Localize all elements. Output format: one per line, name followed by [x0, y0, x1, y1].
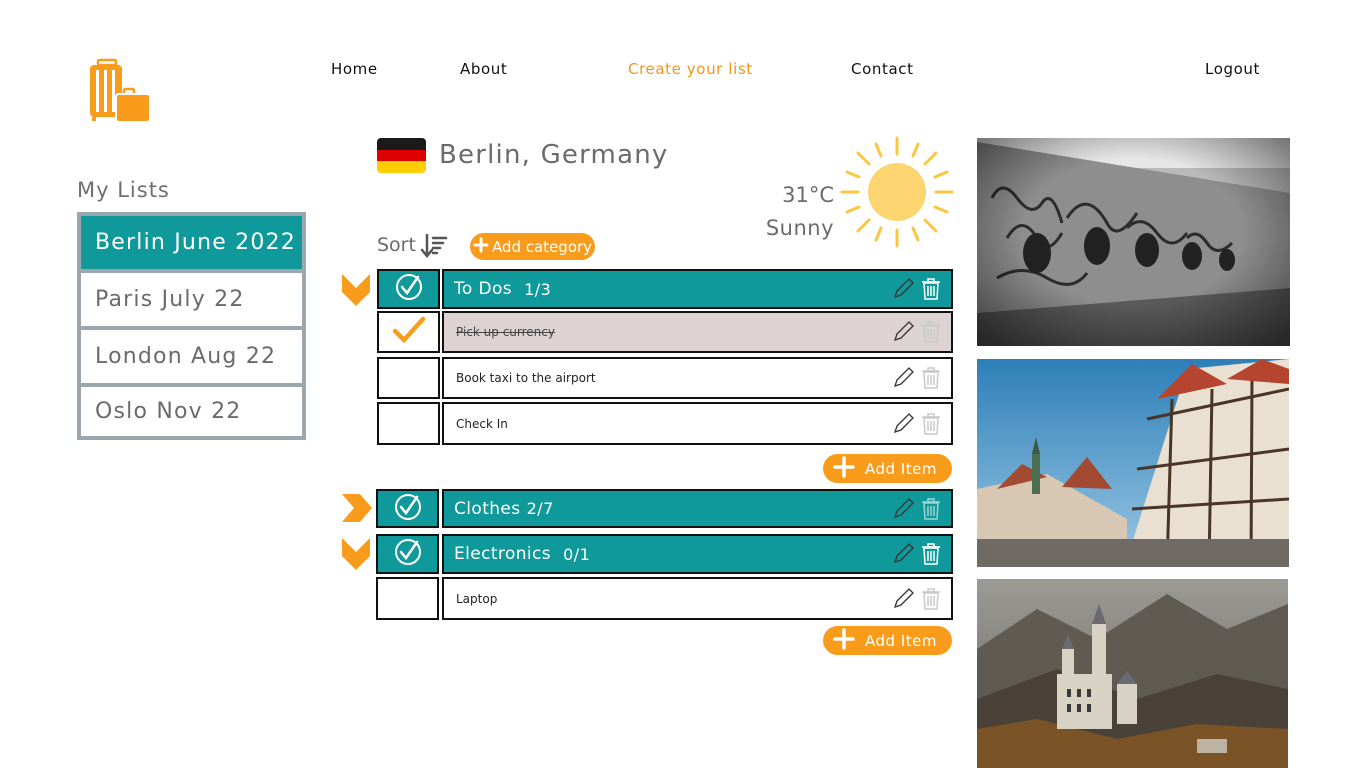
sort-icon[interactable]: [420, 232, 448, 260]
collapse-chevron-icon[interactable]: [340, 272, 372, 308]
plus-icon: [473, 237, 489, 257]
item-text: Laptop: [456, 591, 498, 606]
nav-contact[interactable]: Contact: [851, 60, 914, 78]
add-item-label: Add Item: [865, 459, 937, 478]
trash-icon[interactable]: [919, 366, 943, 390]
add-category-label: Add category: [491, 237, 593, 256]
trash-icon[interactable]: [919, 542, 943, 566]
berlin-wall-photo: [977, 138, 1290, 346]
trash-icon[interactable]: [919, 412, 943, 436]
edit-pencil-icon[interactable]: [891, 587, 915, 611]
destination-title: Berlin, Germany: [439, 140, 669, 170]
category-name: Clothes: [454, 498, 521, 519]
checkmark-icon: [392, 316, 426, 348]
item-text: Check In: [456, 416, 508, 431]
nav-about[interactable]: About: [460, 60, 507, 78]
category-name: To Dos: [454, 279, 513, 299]
trash-icon[interactable]: [919, 587, 943, 611]
add-item-button[interactable]: Add Item: [823, 454, 952, 483]
trash-icon[interactable]: [919, 277, 943, 301]
item-checkbox[interactable]: [377, 402, 440, 445]
category-count: 2/7: [526, 499, 554, 518]
my-lists-panel: Berlin June 2022 Paris July 22 London Au…: [77, 212, 306, 440]
trash-icon[interactable]: [919, 497, 943, 521]
plus-icon: [833, 455, 855, 482]
my-lists-title: My Lists: [77, 178, 170, 202]
check-circle-icon: [394, 272, 424, 306]
expand-chevron-icon[interactable]: [340, 490, 372, 526]
sun-icon: [838, 136, 956, 250]
half-timbered-street-photo: [977, 359, 1289, 567]
list-item-berlin[interactable]: Berlin June 2022: [79, 214, 304, 271]
list-item-paris[interactable]: Paris July 22: [79, 271, 304, 328]
plus-icon: [833, 627, 855, 654]
collapse-chevron-icon[interactable]: [340, 536, 372, 572]
castle-photo: [977, 579, 1288, 768]
edit-pencil-icon[interactable]: [891, 277, 915, 301]
edit-pencil-icon[interactable]: [891, 320, 915, 344]
category-check-all[interactable]: [377, 269, 440, 309]
check-circle-icon: [393, 492, 423, 526]
category-header-todos[interactable]: To Dos 1/3: [442, 269, 953, 309]
temperature: 31°C: [782, 183, 834, 207]
add-item-label: Add Item: [865, 631, 937, 650]
category-header-clothes[interactable]: Clothes 2/7: [442, 489, 953, 528]
list-item-london[interactable]: London Aug 22: [79, 328, 304, 385]
category-count: 1/3: [524, 279, 552, 299]
weather-condition: Sunny: [765, 216, 834, 240]
check-circle-icon: [393, 537, 423, 571]
edit-pencil-icon[interactable]: [891, 412, 915, 436]
category-count: 0/1: [563, 544, 591, 564]
category-name: Electronics: [454, 544, 552, 564]
app-logo-icon[interactable]: [86, 58, 152, 124]
item-checkbox[interactable]: [377, 357, 440, 399]
item-checkbox[interactable]: [377, 311, 440, 353]
list-item-row[interactable]: Check In: [442, 402, 953, 445]
germany-flag-icon: [377, 138, 426, 173]
list-item-row[interactable]: Laptop: [442, 577, 953, 620]
add-item-button[interactable]: Add Item: [823, 626, 952, 655]
item-checkbox[interactable]: [376, 577, 439, 620]
category-check-all[interactable]: [376, 489, 439, 528]
edit-pencil-icon[interactable]: [891, 497, 915, 521]
edit-pencil-icon[interactable]: [891, 366, 915, 390]
edit-pencil-icon[interactable]: [891, 542, 915, 566]
nav-home[interactable]: Home: [331, 60, 378, 78]
list-item-oslo[interactable]: Oslo Nov 22: [79, 385, 304, 438]
category-check-all[interactable]: [376, 534, 439, 574]
category-header-electronics[interactable]: Electronics 0/1: [442, 534, 953, 574]
nav-create-list[interactable]: Create your list: [628, 60, 753, 78]
list-item-row[interactable]: Book taxi to the airport: [442, 357, 953, 399]
trash-icon[interactable]: [919, 320, 943, 344]
list-item-row[interactable]: Pick up currency: [442, 311, 953, 353]
add-category-button[interactable]: Add category: [470, 233, 595, 260]
nav-logout[interactable]: Logout: [1205, 60, 1260, 78]
item-text: Book taxi to the airport: [456, 371, 596, 385]
sort-label[interactable]: Sort: [377, 234, 416, 256]
item-text: Pick up currency: [456, 325, 555, 339]
